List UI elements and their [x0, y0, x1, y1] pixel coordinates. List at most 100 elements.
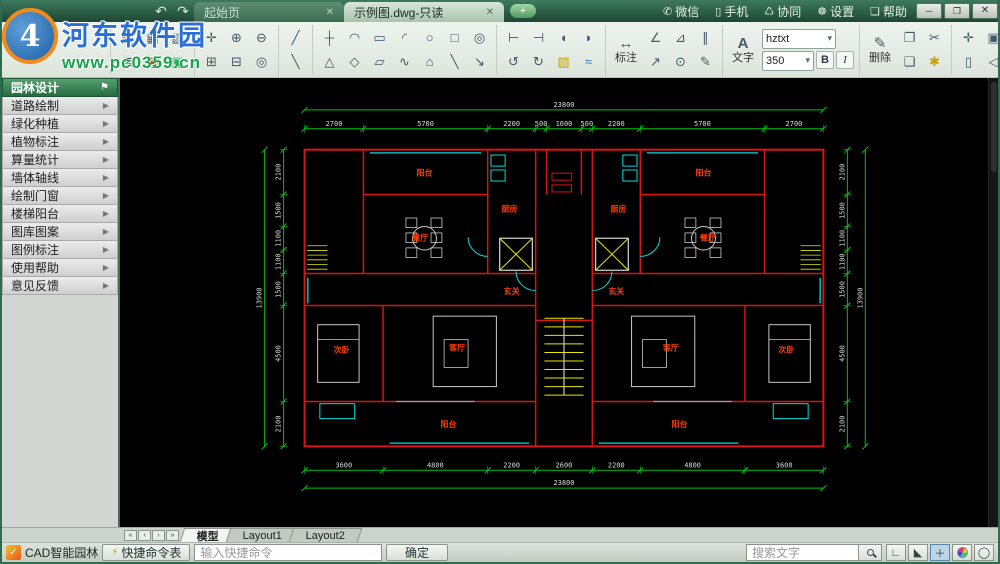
rotate-right-button[interactable]: ↻ — [527, 50, 550, 73]
sidebar-item-4[interactable]: 算量统计 ▶ — [2, 151, 118, 169]
sidebar-item-8[interactable]: 图库图案 ▶ — [2, 223, 118, 241]
move-button[interactable]: ✛ — [957, 26, 980, 49]
font-select[interactable]: hztxt ▾ — [762, 28, 836, 49]
sidebar-item-3[interactable]: 植物标注 ▶ — [2, 133, 118, 151]
sheet-nav-1[interactable]: ‹ — [138, 529, 151, 541]
polygon-button[interactable]: ◇ — [343, 50, 366, 73]
confirm-button[interactable]: 确定 — [386, 544, 448, 561]
titlebar-menu-collaborate[interactable]: ♺ 协同 — [757, 3, 808, 20]
sidebar-item-10[interactable]: 使用帮助 ▶ — [2, 259, 118, 277]
circle-button[interactable]: ○ — [418, 26, 441, 49]
sidebar-item-9[interactable]: 图例标注 ▶ — [2, 241, 118, 259]
dim-linear-button[interactable]: ↔ 标注 — [611, 35, 641, 65]
zoom-out-button[interactable]: ⊖ — [250, 26, 273, 49]
sidebar-item-7[interactable]: 楼梯阳台 ▶ — [2, 205, 118, 223]
export-image-button[interactable]: ▣ — [166, 50, 189, 73]
search-input[interactable] — [746, 544, 858, 561]
arrow-line-button[interactable]: ↘ — [468, 50, 491, 73]
arc-button[interactable]: ◠ — [343, 26, 366, 49]
save-as-button[interactable]: ▧ — [166, 26, 189, 49]
nav-forward-icon[interactable]: ↷ — [172, 2, 194, 20]
zoom-window-button[interactable]: ⊞ — [200, 50, 223, 73]
crosshair-button[interactable]: ＋ — [930, 544, 950, 561]
titlebar-menu-help[interactable]: ❑ 帮助 — [863, 3, 914, 20]
print-button[interactable]: ≣ — [116, 50, 139, 73]
minimize-button[interactable]: ─ — [916, 3, 942, 19]
color-wheel-button[interactable] — [952, 544, 972, 561]
dim-edit-button[interactable]: ✎ — [694, 50, 717, 73]
zoom-extents-button[interactable]: ⊟ — [225, 50, 248, 73]
sidebar-item-5[interactable]: 墙体轴线 ▶ — [2, 169, 118, 187]
vertical-scrollbar[interactable] — [988, 78, 998, 527]
quick-command-table-button[interactable]: ⚡ 快捷命令表 — [102, 544, 191, 561]
pan-button[interactable]: ✛ — [200, 26, 223, 49]
pin-icon[interactable]: ⚑ — [100, 82, 109, 93]
sidebar-item-2[interactable]: 绿化种植 ▶ — [2, 115, 118, 133]
bold-button[interactable]: B — [816, 50, 834, 69]
titlebar-menu-phone[interactable]: ▯ 手机 — [708, 3, 755, 20]
tab-close-icon[interactable]: ✕ — [486, 7, 494, 18]
search-button[interactable] — [858, 544, 882, 561]
triangle-button[interactable]: △ — [318, 50, 341, 73]
match-properties-button[interactable]: ≈ — [577, 50, 600, 73]
spline-button[interactable]: ∿ — [393, 50, 416, 73]
trim-button[interactable]: ⊣ — [527, 26, 550, 49]
parallelogram-button[interactable]: ▱ — [368, 50, 391, 73]
offset-button[interactable]: ▯ — [957, 50, 980, 73]
rotate-left-button[interactable]: ↺ — [502, 50, 525, 73]
format-brush-button[interactable]: ✱ — [923, 50, 946, 73]
sidebar-item-11[interactable]: 意见反馈 ▶ — [2, 277, 118, 295]
stretch-button[interactable]: ◁ — [982, 50, 1000, 73]
zoom-in-button[interactable]: ⊕ — [225, 26, 248, 49]
draw-order-button[interactable]: ◣ — [908, 544, 928, 561]
polyline-button[interactable]: ╲ — [284, 50, 307, 73]
titlebar-menu-wechat[interactable]: ✆ 微信 — [656, 3, 706, 20]
chamfer-button[interactable]: ◗ — [577, 26, 600, 49]
open-button[interactable]: ▤ — [116, 26, 139, 49]
tab-drawing[interactable]: 示例图.dwg-只读 ✕ — [344, 2, 504, 22]
save-button[interactable]: ▦ — [141, 26, 164, 49]
sidebar-item-1[interactable]: 道路绘制 ▶ — [2, 97, 118, 115]
ucs-button[interactable]: ∟ — [886, 544, 906, 561]
italic-button[interactable]: I — [836, 50, 854, 69]
dim-angular-button[interactable]: ∠ — [644, 26, 667, 49]
close-button[interactable]: ✕ — [972, 3, 998, 19]
rectangle-button[interactable]: □ — [443, 26, 466, 49]
sheet-nav-0[interactable]: « — [124, 529, 137, 541]
tab-start-page[interactable]: 起始页 ✕ — [194, 2, 344, 22]
maximize-button[interactable]: ❐ — [944, 3, 970, 19]
sheet-tab-layout2[interactable]: Layout2 — [288, 528, 363, 542]
sheet-nav-2[interactable]: › — [152, 529, 165, 541]
command-input[interactable] — [194, 544, 382, 561]
ray-button[interactable]: ╲ — [443, 50, 466, 73]
export-pdf-button[interactable]: ▣ — [141, 50, 164, 73]
ellipse-mode-button[interactable]: ◯ — [974, 544, 994, 561]
zoom-previous-button[interactable]: ◎ — [250, 50, 273, 73]
ellipse-button[interactable]: ▭ — [368, 26, 391, 49]
arc-3pt-button[interactable]: ◜ — [393, 26, 416, 49]
scrollbar-thumb[interactable] — [991, 82, 997, 172]
point-button[interactable]: ┼ — [318, 26, 341, 49]
font-size-select[interactable]: 350 ▾ — [762, 50, 814, 71]
revision-cloud-button[interactable]: ◎ — [468, 26, 491, 49]
dim-continue-button[interactable]: ∥ — [694, 26, 717, 49]
fillet-button[interactable]: ◖ — [552, 26, 575, 49]
nav-back-icon[interactable]: ↶ — [150, 2, 172, 20]
new-tab-button[interactable]: + — [510, 4, 536, 18]
dim-radius-button[interactable]: ⊙ — [669, 50, 692, 73]
hatch-button[interactable]: ▨ — [552, 50, 575, 73]
cut-button[interactable]: ✂ — [923, 26, 946, 49]
tab-close-icon[interactable]: ✕ — [326, 7, 334, 18]
sidebar-item-6[interactable]: 绘制门窗 ▶ — [2, 187, 118, 205]
text-tool-button[interactable]: A 文字 — [728, 35, 758, 65]
paste-button[interactable]: ❏ — [898, 50, 921, 73]
erase-button[interactable]: ✎ 删除 — [865, 35, 895, 65]
drawing-canvas[interactable]: 23800 2700 5700 2200 500 1600 500 2200 5700 2700 3… — [120, 78, 998, 527]
sheet-nav-3[interactable]: » — [166, 529, 179, 541]
floor-plan-svg[interactable]: 23800 2700 5700 2200 500 1600 500 2200 5700 2700 3… — [120, 78, 998, 527]
copy-button[interactable]: ❐ — [898, 26, 921, 49]
trapezoid-button[interactable]: ⌂ — [418, 50, 441, 73]
dim-leader-button[interactable]: ↗ — [644, 50, 667, 73]
sidebar-header[interactable]: 园林设计 ⚑ — [2, 78, 118, 97]
break-button[interactable]: ⊢ — [502, 26, 525, 49]
